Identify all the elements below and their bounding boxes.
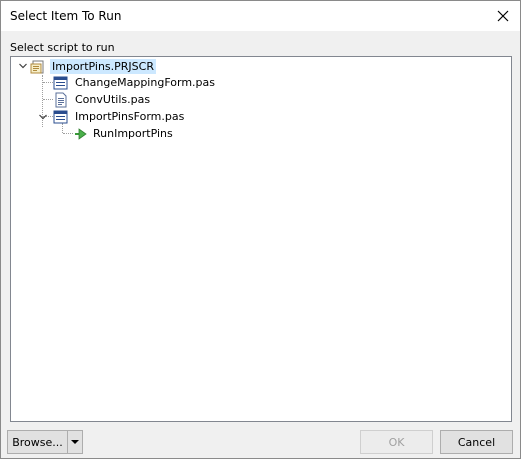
window-title: Select Item To Run [10, 9, 122, 23]
chevron-down-icon [71, 440, 79, 444]
chevron-down-icon[interactable] [38, 112, 48, 122]
tree-item-label: ImportPinsForm.pas [75, 110, 185, 123]
file-icon [55, 92, 67, 107]
chevron-down-icon[interactable] [18, 61, 28, 71]
script-tree[interactable]: ImportPins.PRJSCR ChangeMappingForm.pas … [10, 56, 512, 422]
tree-item-changemappingform[interactable]: ChangeMappingForm.pas [53, 74, 217, 91]
ok-button[interactable]: OK [360, 430, 433, 454]
browse-dropdown-button[interactable] [67, 430, 83, 454]
close-icon [497, 10, 509, 22]
project-icon [30, 60, 44, 73]
browse-button-label: Browse... [12, 435, 63, 449]
dialog-window: Select Item To Run Select script to run [0, 0, 521, 459]
tree-connector [63, 133, 73, 134]
tree-item-label: ConvUtils.pas [75, 93, 151, 106]
section-label: Select script to run [10, 41, 115, 54]
tree-connector [43, 99, 53, 100]
tree-item-label: ImportPins.PRJSCR [50, 59, 156, 74]
tree-item-label: RunImportPins [93, 127, 173, 140]
cancel-button-label: Cancel [457, 435, 496, 449]
tree-item-convutils[interactable]: ConvUtils.pas [53, 91, 152, 108]
tree-item-label: ChangeMappingForm.pas [75, 76, 215, 89]
tree-item-importpinsform[interactable]: ImportPinsForm.pas [53, 108, 186, 125]
tree-item-runimportpins[interactable]: RunImportPins [73, 125, 175, 142]
tree-item-root[interactable]: ImportPins.PRJSCR [30, 58, 156, 75]
close-button[interactable] [486, 1, 520, 31]
ok-button-label: OK [388, 435, 405, 449]
title-bar: Select Item To Run [1, 1, 520, 31]
run-procedure-icon [75, 127, 87, 140]
tree-connector [43, 82, 53, 83]
form-icon [53, 76, 68, 89]
cancel-button[interactable]: Cancel [440, 430, 513, 454]
form-icon [53, 110, 68, 123]
browse-button[interactable]: Browse... [7, 430, 67, 454]
